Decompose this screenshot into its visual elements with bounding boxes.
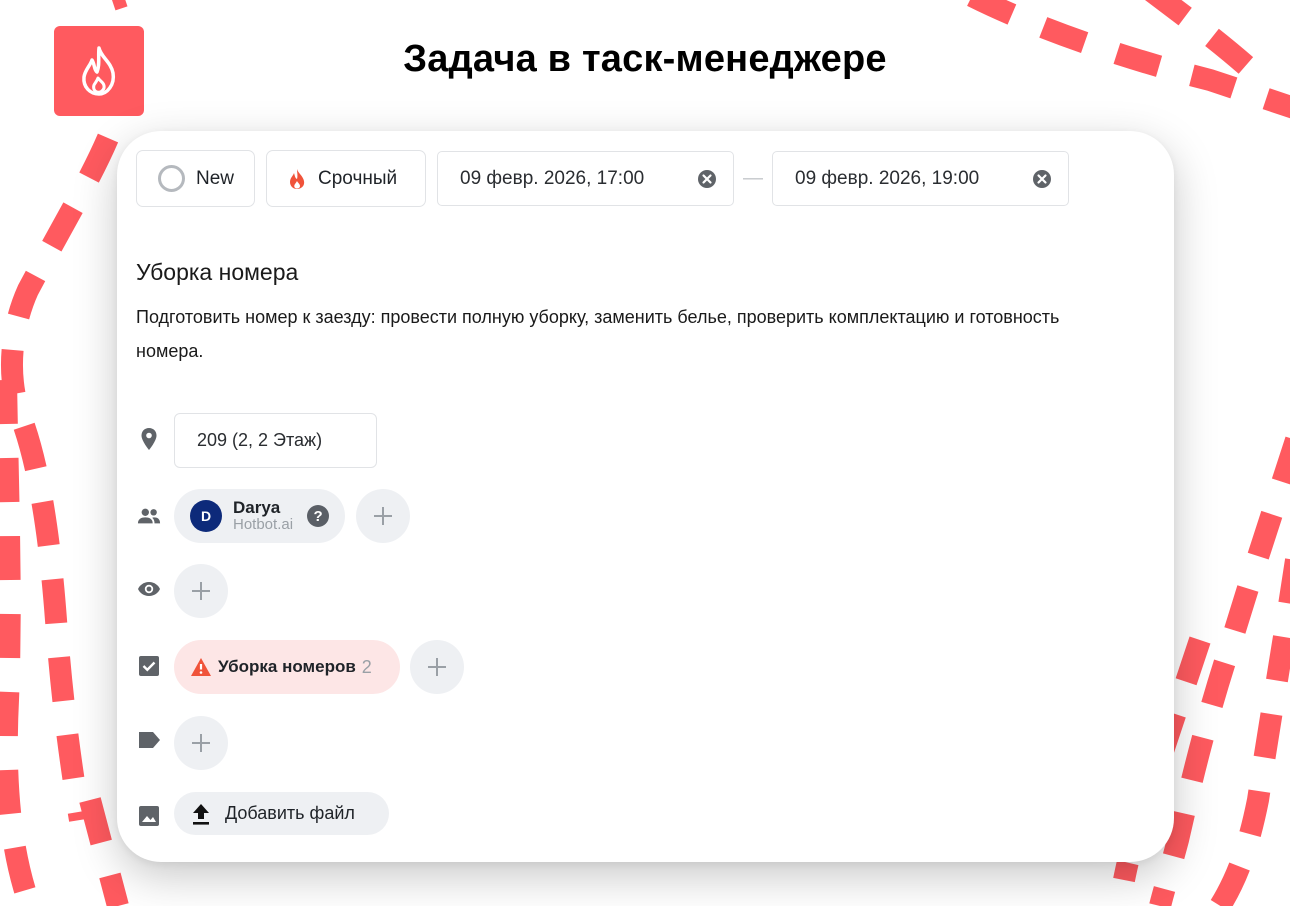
start-date-field[interactable]: 09 февр. 2026, 17:00	[437, 151, 734, 206]
priority-button[interactable]: Срочный	[266, 150, 426, 207]
status-label: New	[196, 167, 235, 189]
start-date-value: 09 февр. 2026, 17:00	[460, 167, 645, 189]
assignee-chip[interactable]: D Darya Hotbot.ai ?	[174, 489, 345, 543]
help-icon[interactable]: ?	[307, 505, 330, 527]
add-assignee-button[interactable]	[356, 489, 410, 543]
location-pin-icon	[137, 427, 161, 451]
plus-icon	[192, 582, 210, 600]
plus-icon	[374, 507, 392, 525]
upload-icon	[193, 803, 209, 825]
status-circle-icon	[158, 165, 185, 192]
warning-icon	[191, 658, 211, 676]
add-file-label: Добавить файл	[225, 803, 355, 823]
add-file-button[interactable]: Добавить файл	[174, 792, 389, 835]
task-group-count: 2	[361, 656, 372, 677]
add-group-button[interactable]	[410, 640, 464, 694]
priority-label: Срочный	[318, 167, 398, 189]
location-value: 209 (2, 2 Этаж)	[197, 430, 323, 450]
location-field[interactable]: 209 (2, 2 Этаж)	[174, 413, 377, 468]
eye-icon	[137, 577, 161, 601]
end-date-value: 09 февр. 2026, 19:00	[795, 167, 980, 189]
task-group-chip[interactable]: Уборка номеров 2	[174, 640, 400, 694]
image-icon	[137, 804, 161, 828]
end-date-field[interactable]: 09 февр. 2026, 19:00	[772, 151, 1069, 206]
clear-end-date-icon[interactable]	[1032, 169, 1052, 189]
task-group-name: Уборка номеров	[218, 657, 356, 676]
flame-icon	[288, 168, 306, 190]
date-range-separator: —	[743, 167, 763, 189]
add-watcher-button[interactable]	[174, 564, 228, 618]
assignee-name: Darya	[233, 498, 281, 517]
page-title: Задача в таск-менеджере	[403, 38, 887, 80]
task-toolbar: New Срочный 09 февр. 2026, 17:00 — 09 фе…	[136, 150, 1069, 207]
task-title[interactable]: Уборка номера	[136, 259, 298, 286]
add-tag-button[interactable]	[174, 716, 228, 770]
task-card: New Срочный 09 февр. 2026, 17:00 — 09 фе…	[117, 131, 1174, 862]
task-description[interactable]: Подготовить номер к заезду: провести пол…	[136, 300, 1096, 368]
plus-icon	[428, 658, 446, 676]
plus-icon	[192, 734, 210, 752]
clear-start-date-icon[interactable]	[697, 169, 717, 189]
avatar: D	[190, 500, 222, 532]
people-icon	[137, 504, 161, 528]
assignee-org: Hotbot.ai	[233, 516, 294, 533]
status-button[interactable]: New	[136, 150, 255, 207]
checkbox-icon	[137, 654, 161, 678]
tag-icon	[137, 728, 161, 752]
